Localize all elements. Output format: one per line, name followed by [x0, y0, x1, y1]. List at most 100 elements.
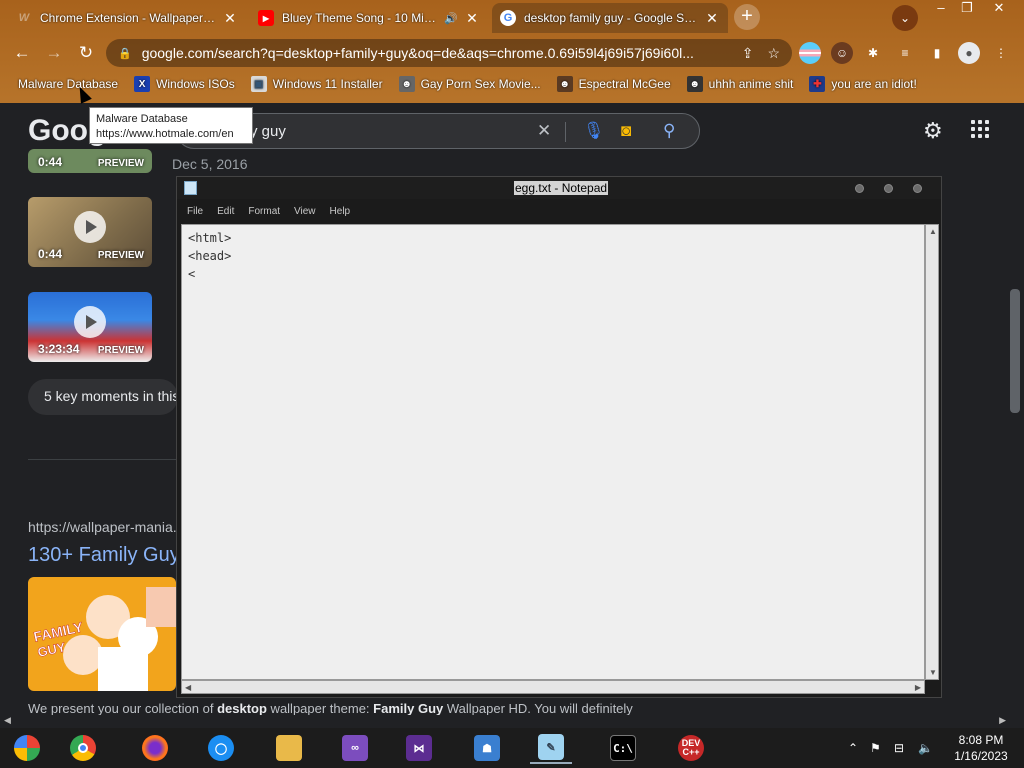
taskbar-firefox[interactable] — [134, 732, 176, 764]
share-icon[interactable]: ⇪ — [742, 45, 754, 62]
bookmark-star-icon[interactable]: ☆ — [767, 45, 780, 62]
tab-search-chevron-icon[interactable]: ⌄ — [892, 5, 918, 31]
search-magnifier-icon[interactable]: ⚲ — [663, 121, 675, 141]
scroll-up-arrow-icon[interactable]: ▲ — [929, 227, 937, 236]
lock-icon[interactable]: 🔒 — [118, 47, 132, 60]
family-guy-result-image[interactable]: FAMILY GUY — [28, 577, 176, 691]
reload-icon[interactable]: ↻ — [74, 41, 98, 65]
bookmark-anime[interactable]: ☻ uhhh anime shit — [686, 76, 793, 92]
taskbar-visual-studio-installer[interactable]: ∞ — [334, 732, 376, 764]
speaker-icon[interactable]: 🔊 — [444, 12, 458, 25]
menu-file[interactable]: File — [187, 203, 203, 221]
google-apps-icon[interactable] — [971, 120, 989, 138]
close-tab-icon[interactable]: ✕ — [464, 10, 480, 27]
tab-wallpaper[interactable]: W Chrome Extension - Wallpaper Cav ✕ — [8, 3, 246, 33]
taskbar-file-explorer[interactable] — [268, 732, 310, 764]
new-tab-button[interactable]: + — [734, 4, 760, 30]
taskbar-command-prompt[interactable]: C:\ — [602, 732, 644, 764]
scroll-right-arrow-icon[interactable]: ▶ — [999, 715, 1006, 726]
minimize-dot-icon[interactable] — [855, 184, 864, 193]
snippet-text: wallpaper theme: — [266, 701, 374, 716]
notepad-vertical-scrollbar[interactable]: ▲ ▼ — [925, 224, 939, 680]
bookmark-windows-isos[interactable]: X Windows ISOs — [134, 76, 235, 92]
scroll-left-arrow-icon[interactable]: ◀ — [4, 715, 11, 726]
results-divider — [28, 459, 178, 460]
notepad-icon: ✎ — [538, 734, 564, 760]
notepad-title-bar[interactable]: egg.txt - Notepad — [177, 177, 941, 199]
bookmark-label: Gay Porn Sex Movie... — [420, 77, 541, 91]
video-thumbnail-2[interactable]: 0:44 PREVIEW — [28, 197, 152, 267]
video-thumbnail-1[interactable]: 0:44 PREVIEW — [28, 149, 152, 173]
network-icon[interactable]: ⊟ — [894, 741, 904, 755]
play-icon[interactable] — [74, 211, 106, 243]
close-tab-icon[interactable]: ✕ — [222, 10, 238, 27]
action-center-flag-icon[interactable]: ⚑ — [870, 741, 881, 755]
bookmark-espectral-mcgee[interactable]: ☻ Espectral McGee — [556, 76, 671, 92]
flag-icon: ✚ — [809, 76, 826, 92]
tab-title: Bluey Theme Song - 10 Minut — [282, 11, 441, 25]
tray-overflow-chevron-icon[interactable]: ⌃ — [848, 741, 858, 755]
camera-lens-icon[interactable]: ◙ — [621, 121, 631, 141]
taskbar-notepad[interactable]: ✎ — [530, 732, 572, 764]
restore-icon[interactable]: ❐ — [952, 0, 982, 18]
horizontal-scrollbar[interactable]: ◀ ▶ — [0, 715, 1010, 727]
forward-arrow-icon[interactable]: → — [42, 41, 66, 65]
key-moments-chip[interactable]: 5 key moments in this — [28, 379, 178, 415]
bookmark-movie[interactable]: ☻ Gay Porn Sex Movie... — [398, 76, 541, 92]
result-url[interactable]: https://wallpaper-mania. — [28, 519, 177, 535]
video-duration: 3:23:34 — [38, 342, 80, 356]
maximize-dot-icon[interactable] — [884, 184, 893, 193]
trans-flag-extension-icon[interactable] — [799, 42, 821, 64]
page-scrollbar-thumb[interactable] — [1010, 289, 1020, 413]
taskbar-opera[interactable]: ◯ — [200, 732, 242, 764]
video-thumbnail-3[interactable]: 3:23:34 PREVIEW — [28, 292, 152, 362]
bookmark-label: you are an idiot! — [831, 77, 917, 91]
taskbar-visual-studio[interactable]: ⋈ — [398, 732, 440, 764]
taskbar-dev-cpp[interactable]: DEV C++ — [670, 732, 712, 764]
notepad-text-area[interactable]: <html> <head> < — [181, 224, 925, 680]
close-tab-icon[interactable]: ✕ — [704, 10, 720, 27]
menu-view[interactable]: View — [294, 203, 316, 221]
notepad-title: egg.txt - Notepad — [514, 181, 609, 195]
avatar-icon: ☻ — [686, 76, 703, 92]
taskbar-network-app[interactable]: ☗ — [466, 732, 508, 764]
clear-search-icon[interactable]: ✕ — [537, 121, 551, 141]
close-window-icon[interactable]: ✕ — [984, 0, 1014, 18]
menu-help[interactable]: Help — [330, 203, 351, 221]
profile-icon[interactable]: ● — [958, 42, 980, 64]
menu-kebab-icon[interactable]: ⋮ — [990, 42, 1012, 64]
bookmark-label: Espectral McGee — [578, 77, 671, 91]
close-dot-icon[interactable] — [913, 184, 922, 193]
taskbar-chrome[interactable] — [62, 732, 104, 764]
tab-google-search[interactable]: G desktop family guy - Google Sear ✕ — [492, 3, 728, 33]
address-bar[interactable]: 🔒 google.com/search?q=desktop+family+guy… — [106, 39, 792, 67]
side-panel-icon[interactable]: ▮ — [926, 42, 948, 64]
menu-format[interactable]: Format — [248, 203, 280, 221]
bookmark-malware-database[interactable]: Malware Database — [18, 77, 118, 91]
result-title-link[interactable]: 130+ Family Guy — [28, 544, 180, 567]
scroll-right-arrow-icon[interactable]: ▶ — [915, 683, 921, 692]
volume-icon[interactable]: 🔈 — [918, 741, 933, 755]
scroll-down-arrow-icon[interactable]: ▼ — [929, 668, 937, 677]
bookmark-windows-11-installer[interactable]: ▣ Windows 11 Installer — [250, 76, 383, 92]
notepad-window[interactable]: egg.txt - Notepad File Edit Format View … — [176, 176, 942, 698]
settings-gear-icon[interactable]: ⚙ — [923, 118, 943, 144]
play-icon[interactable] — [74, 306, 106, 338]
microphone-icon[interactable]: 🎙 — [583, 121, 605, 141]
scroll-left-arrow-icon[interactable]: ◀ — [185, 683, 191, 692]
notepad-horizontal-scrollbar[interactable]: ◀ ▶ — [181, 680, 925, 694]
tab-bluey[interactable]: ▶ Bluey Theme Song - 10 Minut 🔊 ✕ — [250, 3, 488, 33]
clock-time: 8:08 PM — [958, 733, 1004, 747]
media-controls-icon[interactable]: ≡ — [894, 42, 916, 64]
back-arrow-icon[interactable]: ← — [10, 41, 34, 65]
url-text[interactable]: google.com/search?q=desktop+family+guy&o… — [142, 45, 728, 61]
extensions-puzzle-icon[interactable]: ✱ — [862, 42, 884, 64]
result-date: Dec 5, 2016 — [172, 156, 248, 172]
bookmark-you-are-an-idiot[interactable]: ✚ you are an idiot! — [809, 76, 917, 92]
taskbar-clock[interactable]: 8:08 PM 1/16/2023 — [946, 732, 1016, 764]
menu-edit[interactable]: Edit — [217, 203, 234, 221]
search-box[interactable]: nily guy ✕ 🎙 ◙ ⚲ — [176, 113, 700, 149]
start-button[interactable] — [6, 732, 48, 764]
command-prompt-icon: C:\ — [610, 735, 636, 761]
avatar-extension-icon[interactable]: ☺ — [831, 42, 853, 64]
